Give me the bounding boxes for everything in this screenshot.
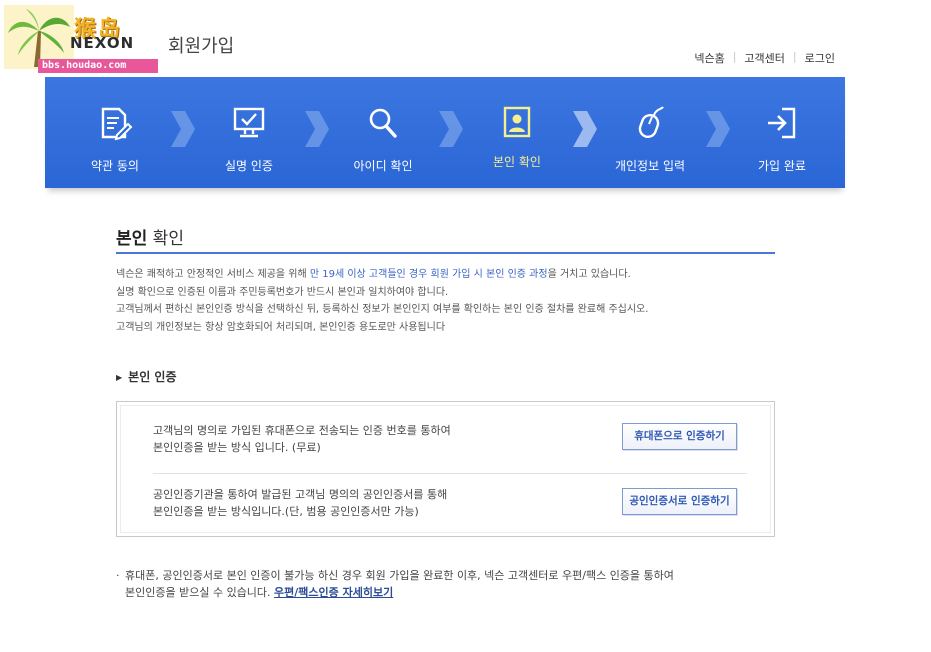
mail-fax-verify-link[interactable]: 우편/팩스인증 자세히보기 [274,586,393,599]
step-identity-verify: 본인 확인 [457,77,577,188]
step-label: 본인 확인 [493,155,541,169]
phone-verify-button[interactable]: 휴대폰으로 인증하기 [622,423,737,450]
verify-options-box: 고객님의 명의로 가입된 휴대폰으로 전송되는 인증 번호를 통하여 본인인증을… [116,401,775,537]
certificate-verify-button[interactable]: 공인인증서로 인증하기 [622,488,737,515]
nav-link-login[interactable]: 로그인 [805,50,835,66]
document-pen-icon [101,107,133,141]
nav-link-customer-center[interactable]: 고객센터 [744,50,784,66]
step-terms-agreement: 약관 동의 [55,77,175,188]
nav-separator: | [792,50,797,63]
section-title-rest: 확인 [147,229,184,249]
verify-options-inner: 고객님의 명의로 가입된 휴대폰으로 전송되는 인증 번호를 통하여 본인인증을… [120,405,771,533]
signup-steps-banner: 약관 동의 실명 인증 아이디 확인 본인 확인 개인정보 입력 가입 완료 [45,77,845,188]
option-divider [153,473,747,474]
step-signup-complete: 가입 완료 [722,77,842,188]
intro-text-part: 넥슨은 쾌적하고 안정적인 서비스 제공을 위해 [116,269,310,280]
intro-line: 실명 확인으로 인증된 이름과 주민등록번호가 반드시 본인과 일치하여야 합니… [116,286,449,298]
mouse-icon [638,106,664,139]
footnote-text: 본인인증을 받으실 수 있습니다. [125,586,275,599]
top-nav: 넥슨홈 | 고객센터 | 로그인 [694,50,835,66]
section-title-bold: 본인 [116,229,148,249]
section-title: 본인 확인 [116,224,184,249]
section-divider [116,252,775,254]
intro-highlight: 만 19세 이상 고객들인 경우 회원 가입 시 본인 인증 과정 [309,269,548,280]
option-desc-line: 고객님의 명의로 가입된 휴대폰으로 전송되는 인증 번호를 통하여 [153,424,451,437]
watermark-url: bbs.houdao.com [38,59,158,73]
nav-separator: | [732,50,737,63]
step-label: 실명 인증 [225,159,273,173]
person-id-icon [503,106,531,138]
nav-link-nexon-home[interactable]: 넥슨홈 [694,50,724,66]
step-label: 아이디 확인 [353,159,413,173]
intro-line: 고객님의 개인정보는 항상 암호화되어 처리되며, 본인인증 용도로만 사용됩니… [116,321,446,333]
intro-text: 넥슨은 쾌적하고 안정적인 서비스 제공을 위해 만 19세 이상 고객들인 경… [116,266,648,336]
option-desc-line: 본인인증을 받는 방식 입니다. (무료) [153,441,321,454]
intro-text-part: 을 거치고 있습니다. [547,269,631,280]
page-title: 회원가입 [168,36,235,57]
nexon-logo[interactable]: NEXON [70,34,134,52]
certificate-option-desc: 공인인증기관을 통하여 발급된 고객님 명의의 공인인증서를 통해 본인인증을 … [153,486,447,520]
triangle-right-icon: ▶ [116,373,123,382]
step-label: 약관 동의 [91,159,139,173]
magnifier-icon [369,108,397,138]
option-desc-line: 본인인증을 받는 방식입니다.(단, 범용 공인인증서만 가능) [153,505,419,518]
monitor-check-icon [233,107,265,138]
bullet: · [116,569,120,582]
step-id-check: 아이디 확인 [323,77,443,188]
option-desc-line: 공인인증기관을 통하여 발급된 고객님 명의의 공인인증서를 통해 [153,488,448,501]
step-label: 개인정보 입력 [614,159,686,173]
intro-line: 넥슨은 쾌적하고 안정적인 서비스 제공을 위해 만 19세 이상 고객들인 경… [116,266,648,284]
footnote-line: 본인인증을 받으실 수 있습니다. 우편/팩스인증 자세히보기 [125,584,674,601]
step-label: 가입 완료 [758,159,806,173]
footnote: · 휴대폰, 공인인증서로 본인 인증이 불가능 하신 경우 회원 가입을 완료… [116,567,674,601]
verify-subtitle-text: 본인 인증 [128,370,177,384]
step-personal-info: 개인정보 입력 [590,77,710,188]
phone-option-desc: 고객님의 명의로 가입된 휴대폰으로 전송되는 인증 번호를 통하여 본인인증을… [153,422,451,456]
enter-door-icon [768,107,796,139]
footnote-line: 휴대폰, 공인인증서로 본인 인증이 불가능 하신 경우 회원 가입을 완료한 … [125,569,674,582]
step-real-name-verify: 실명 인증 [189,77,309,188]
intro-line: 고객님께서 편하신 본인인증 방식을 선택하신 뒤, 등록하신 정보가 본인인지… [116,304,649,315]
verify-subtitle: ▶ 본인 인증 [116,368,177,385]
